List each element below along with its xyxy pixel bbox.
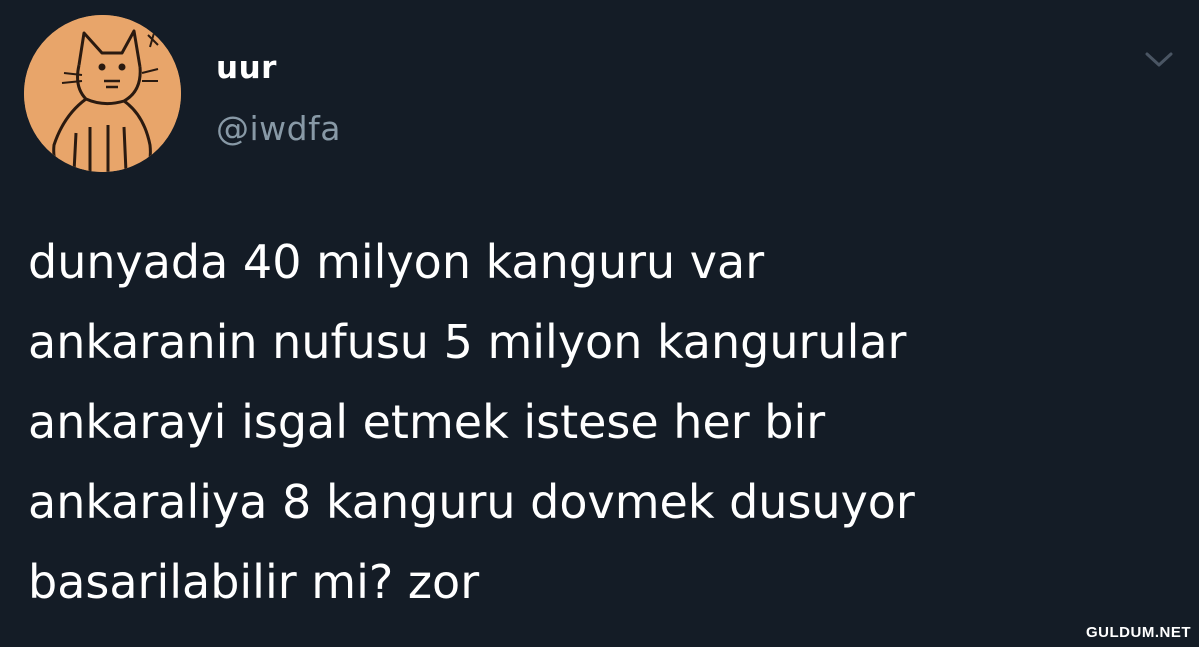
- cat-drawing-icon: [24, 15, 181, 172]
- tweet-card: uur @iwdfa dunyada 40 milyon kanguru var…: [0, 0, 1199, 647]
- author-display-name[interactable]: uur: [216, 50, 277, 86]
- watermark: GULDUM.NET: [1086, 624, 1191, 641]
- chevron-down-icon[interactable]: [1142, 48, 1176, 72]
- author-handle[interactable]: @iwdfa: [216, 109, 341, 148]
- avatar[interactable]: [24, 15, 181, 172]
- tweet-text: dunyada 40 milyon kanguru var ankaranin …: [28, 235, 915, 609]
